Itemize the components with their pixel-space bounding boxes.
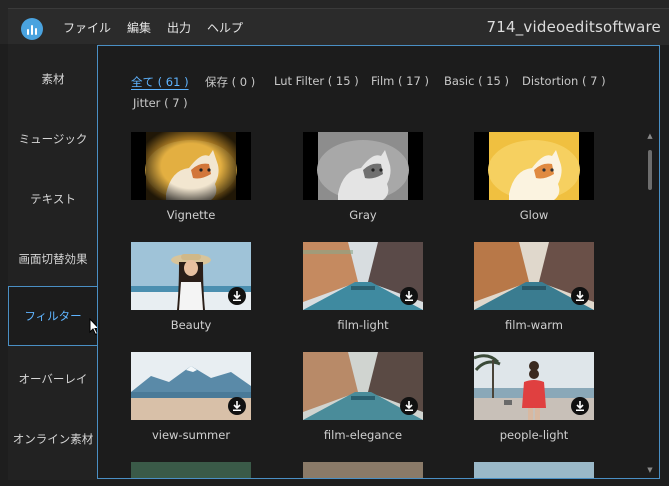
- filter-tile-people-light[interactable]: people-light: [474, 352, 594, 442]
- sidebar-item-media[interactable]: 素材: [8, 50, 98, 108]
- filter-thumbnail[interactable]: [131, 132, 251, 200]
- sidebar-item-overlay[interactable]: オーバーレイ: [8, 350, 98, 408]
- download-icon[interactable]: [400, 287, 418, 305]
- tab-distortion[interactable]: Distortion ( 7 ): [522, 74, 606, 88]
- filter-thumbnail[interactable]: [303, 132, 423, 200]
- scroll-up-icon[interactable]: ▲: [647, 132, 653, 140]
- filter-label: film-elegance: [323, 428, 403, 442]
- filter-thumbnail[interactable]: [474, 352, 594, 420]
- filter-tile-view-summer[interactable]: view-summer: [131, 352, 251, 442]
- filter-label: Beauty: [170, 318, 212, 332]
- menu-help[interactable]: ヘルプ: [207, 19, 243, 36]
- download-icon[interactable]: [228, 397, 246, 415]
- filter-label: film-light: [337, 318, 389, 332]
- filter-tile-gray[interactable]: Gray: [303, 132, 423, 222]
- sidebar-item-music[interactable]: ミュージック: [8, 110, 98, 168]
- filter-label: film-warm: [505, 318, 563, 332]
- tab-jitter[interactable]: Jitter ( 7 ): [133, 96, 188, 110]
- scroll-down-icon[interactable]: ▼: [647, 466, 653, 474]
- sidebar-item-filters[interactable]: フィルター: [8, 286, 97, 346]
- filter-tile-glow[interactable]: Glow: [474, 132, 594, 222]
- sidebar-item-label: オーバーレイ: [18, 372, 88, 386]
- menu-bar: ファイル 編集 出力 ヘルプ 714_videoeditsoftware: [8, 8, 669, 45]
- filter-tile-vignette[interactable]: Vignette: [131, 132, 251, 222]
- filter-tile-beauty[interactable]: Beauty: [131, 242, 251, 332]
- filter-thumbnail[interactable]: [474, 242, 594, 310]
- download-icon[interactable]: [228, 287, 246, 305]
- sidebar-item-transitions[interactable]: 画面切替効果: [8, 230, 98, 288]
- filter-label: Vignette: [166, 208, 216, 222]
- menu-export[interactable]: 出力: [167, 19, 191, 36]
- title-bar: ファイル 編集 出力 ヘルプ 714_videoeditsoftware: [0, 0, 669, 45]
- filter-thumbnail[interactable]: [131, 352, 251, 420]
- download-icon[interactable]: [571, 397, 589, 415]
- filter-thumbnail-partial[interactable]: [303, 462, 423, 478]
- menu: ファイル 編集 出力 ヘルプ: [63, 9, 243, 45]
- download-icon[interactable]: [400, 397, 418, 415]
- tab-film[interactable]: Film ( 17 ): [371, 74, 429, 88]
- sidebar-item-label: テキスト: [30, 192, 76, 206]
- tab-basic[interactable]: Basic ( 15 ): [444, 74, 509, 88]
- sidebar-item-label: フィルター: [24, 309, 82, 323]
- filter-label: view-summer: [151, 428, 231, 442]
- tab-lut-filter[interactable]: Lut Filter ( 15 ): [274, 74, 359, 88]
- menu-edit[interactable]: 編集: [127, 19, 151, 36]
- sidebar-item-label: オンライン素材: [12, 432, 94, 446]
- filter-tile-film-light[interactable]: film-light: [303, 242, 423, 332]
- filter-thumbnail[interactable]: [303, 242, 423, 310]
- filter-label: people-light: [499, 428, 569, 442]
- tab-all[interactable]: 全て ( 61 ): [131, 74, 189, 90]
- menu-file[interactable]: ファイル: [63, 19, 111, 36]
- filter-thumbnail[interactable]: [303, 352, 423, 420]
- scroll-thumb[interactable]: [648, 150, 652, 190]
- download-icon[interactable]: [571, 287, 589, 305]
- filter-label: Gray: [349, 208, 377, 222]
- window-title: 714_videoeditsoftware: [486, 18, 661, 36]
- tab-saved[interactable]: 保存 ( 0 ): [205, 74, 255, 90]
- filter-thumbnail-partial[interactable]: [474, 462, 594, 478]
- filter-label: Glow: [519, 208, 549, 222]
- scrollbar[interactable]: ▲ ▼: [647, 128, 653, 478]
- filter-tile-film-warm[interactable]: film-warm: [474, 242, 594, 332]
- sidebar: 素材 ミュージック テキスト 画面切替効果 フィルター オーバーレイ オンライン…: [8, 44, 98, 480]
- filter-thumbnail[interactable]: [131, 242, 251, 310]
- filter-tile-film-elegance[interactable]: film-elegance: [303, 352, 423, 442]
- sidebar-item-label: ミュージック: [18, 132, 88, 146]
- sidebar-item-text[interactable]: テキスト: [8, 170, 98, 228]
- filter-panel: 全て ( 61 ) 保存 ( 0 ) Lut Filter ( 15 ) Fil…: [97, 45, 660, 479]
- sidebar-item-label: 画面切替効果: [18, 252, 88, 266]
- sidebar-item-online-media[interactable]: オンライン素材: [8, 410, 98, 468]
- app-logo-icon: [21, 18, 43, 40]
- filter-thumbnail[interactable]: [474, 132, 594, 200]
- filter-thumbnail-partial[interactable]: [131, 462, 251, 478]
- sidebar-item-label: 素材: [41, 72, 65, 86]
